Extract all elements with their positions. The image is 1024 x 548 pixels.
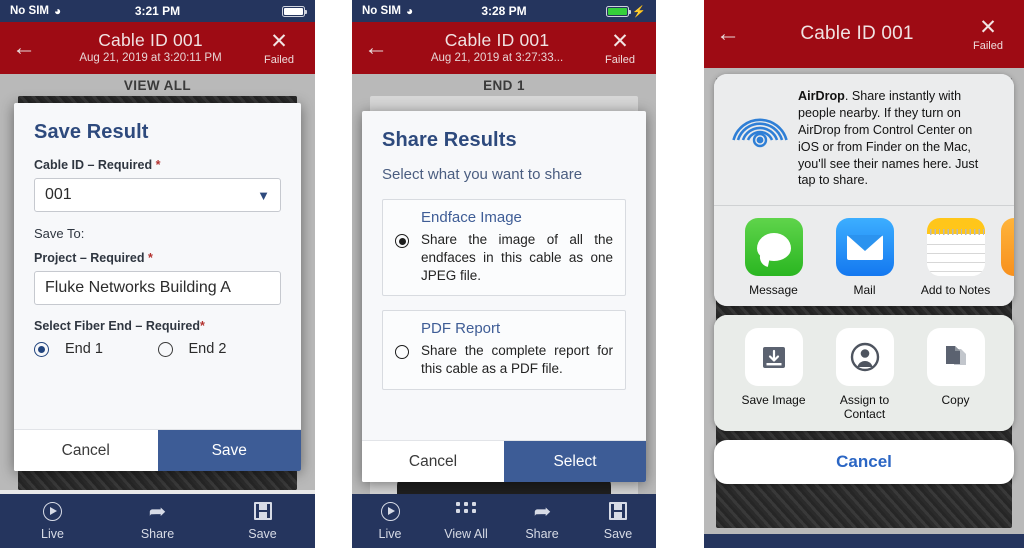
radio-end1-label: End 1 xyxy=(65,341,103,357)
share-action-label: Copy xyxy=(941,392,970,407)
partial-app-icon xyxy=(1001,218,1014,277)
share-sheet-actions-card: Save Image Assign to Contact Copy xyxy=(714,314,1014,432)
cancel-button[interactable]: Cancel xyxy=(362,441,504,482)
airdrop-text: . Share instantly with people nearby. If… xyxy=(798,89,979,188)
back-arrow-icon[interactable]: ← xyxy=(716,22,750,46)
share-app-label: Message xyxy=(749,283,798,298)
modal-scrim: Share Results Select what you want to sh… xyxy=(352,0,656,548)
dialog-title: Save Result xyxy=(34,121,149,143)
save-result-dialog: Save Result Cable ID – Required * 001 ▼ … xyxy=(14,103,301,471)
save-image-icon xyxy=(744,327,803,386)
share-app-add-to-notes[interactable]: Add to Notes xyxy=(910,218,1001,297)
option-description: Share the image of all the endfaces in t… xyxy=(421,232,613,283)
share-action-label: Assign to Contact xyxy=(839,392,890,422)
required-asterisk: * xyxy=(200,319,205,333)
share-action-save-image[interactable]: Save Image xyxy=(728,327,819,422)
close-x-icon[interactable]: ✕ xyxy=(964,16,1012,39)
airdrop-icon xyxy=(724,88,796,154)
mail-app-icon xyxy=(835,218,894,277)
option-description: Share the complete report for this cable… xyxy=(421,343,613,377)
option-title: PDF Report xyxy=(421,320,501,338)
close-status-group[interactable]: ✕ Failed xyxy=(964,16,1012,52)
required-asterisk: * xyxy=(155,158,161,172)
radio-end2-label: End 2 xyxy=(188,341,227,357)
cable-id-value: 001 xyxy=(45,186,72,203)
airdrop-description: AirDrop. Share instantly with people nea… xyxy=(796,88,1000,189)
save-to-label: Save To: xyxy=(34,226,85,241)
ios-share-sheet: AirDrop. Share instantly with people nea… xyxy=(714,74,1014,485)
share-action-label: Save Image xyxy=(741,392,806,407)
app-header: ← Cable ID 001 ✕ Failed xyxy=(704,0,1024,68)
share-app-message[interactable]: Message xyxy=(728,218,819,297)
share-app-mail[interactable]: Mail xyxy=(819,218,910,297)
project-input[interactable]: Fluke Networks Building A xyxy=(34,271,281,305)
project-value: Fluke Networks Building A xyxy=(45,279,231,296)
chevron-down-icon[interactable]: ▼ xyxy=(257,188,270,203)
fiber-end-radio-group: End 1 End 2 xyxy=(34,341,281,357)
select-button[interactable]: Select xyxy=(504,441,646,482)
share-app-label: Mail xyxy=(853,283,876,298)
dialog-title: Share Results xyxy=(382,129,517,151)
option-row: Share the complete report for this cable… xyxy=(395,342,613,378)
radio-end2-icon[interactable] xyxy=(157,341,173,357)
cancel-button[interactable]: Cancel xyxy=(14,430,158,471)
share-results-dialog: Share Results Select what you want to sh… xyxy=(362,111,646,482)
share-app-label: Add to Notes xyxy=(920,283,991,298)
save-button[interactable]: Save xyxy=(157,430,301,471)
share-action-assign-to-contact[interactable]: Assign to Contact xyxy=(819,327,910,422)
radio-option-end2[interactable]: End 2 xyxy=(157,341,282,357)
required-asterisk: * xyxy=(147,251,153,265)
phone-panel-ios-share-sheet: ← Cable ID 001 ✕ Failed AirDrop. Share i… xyxy=(704,0,1024,548)
share-app-partial[interactable] xyxy=(1001,218,1014,297)
share-results-body: Share Results Select what you want to sh… xyxy=(362,111,646,412)
option-row: Share the image of all the endfaces in t… xyxy=(395,231,613,284)
share-app-row: Message Mail Add to Notes xyxy=(714,206,1014,306)
dialog-actions: Cancel Select xyxy=(362,440,646,482)
radio-pdf-icon[interactable] xyxy=(395,345,409,360)
dialog-actions: Cancel Save xyxy=(14,429,301,471)
share-action-copy[interactable]: Copy xyxy=(910,327,1001,422)
save-result-body: Save Result Cable ID – Required * 001 ▼ … xyxy=(14,103,301,365)
option-title: Endface Image xyxy=(421,209,522,226)
share-action-row: Save Image Assign to Contact Copy xyxy=(714,314,1014,432)
notes-app-icon xyxy=(926,218,985,277)
phone-panel-share-results: No SIM ◕ 3:28 PM ⚡ ← Cable ID 001 Aug 21… xyxy=(352,0,656,548)
page-title: Cable ID 001 xyxy=(800,23,914,45)
dialog-subtitle: Select what you want to share xyxy=(382,166,583,183)
share-option-endface-image[interactable]: Endface Image Share the image of all the… xyxy=(382,199,626,297)
share-sheet-main-card: AirDrop. Share instantly with people nea… xyxy=(714,74,1014,306)
copy-icon xyxy=(926,327,985,386)
fiber-end-label: Select Fiber End – Required* xyxy=(34,319,205,333)
airdrop-name: AirDrop xyxy=(798,89,845,103)
radio-endface-icon[interactable] xyxy=(395,234,409,248)
radio-end1-icon[interactable] xyxy=(34,341,49,357)
modal-scrim: Save Result Cable ID – Required * 001 ▼ … xyxy=(0,0,315,548)
airdrop-section[interactable]: AirDrop. Share instantly with people nea… xyxy=(714,74,1014,206)
bottom-bar xyxy=(704,534,1024,548)
share-sheet-cancel-button[interactable]: Cancel xyxy=(714,440,1014,485)
project-label: Project – Required * xyxy=(34,251,153,265)
panel-gap xyxy=(656,0,704,548)
assign-contact-icon xyxy=(835,327,894,386)
share-option-pdf-report[interactable]: PDF Report Share the complete report for… xyxy=(382,310,626,391)
phone-panel-save-result: No SIM ◕ 3:21 PM ← Cable ID 001 Aug 21, … xyxy=(0,0,315,548)
cable-id-label: Cable ID – Required * xyxy=(34,158,161,172)
cable-id-select[interactable]: 001 ▼ xyxy=(34,178,281,212)
radio-option-end1[interactable]: End 1 xyxy=(34,341,158,357)
status-badge: Failed xyxy=(973,40,1003,52)
messages-app-icon xyxy=(744,218,803,277)
panel-gap xyxy=(315,0,352,548)
header-titles: Cable ID 001 xyxy=(750,23,964,45)
screenshot-stage: No SIM ◕ 3:21 PM ← Cable ID 001 Aug 21, … xyxy=(0,0,1024,548)
